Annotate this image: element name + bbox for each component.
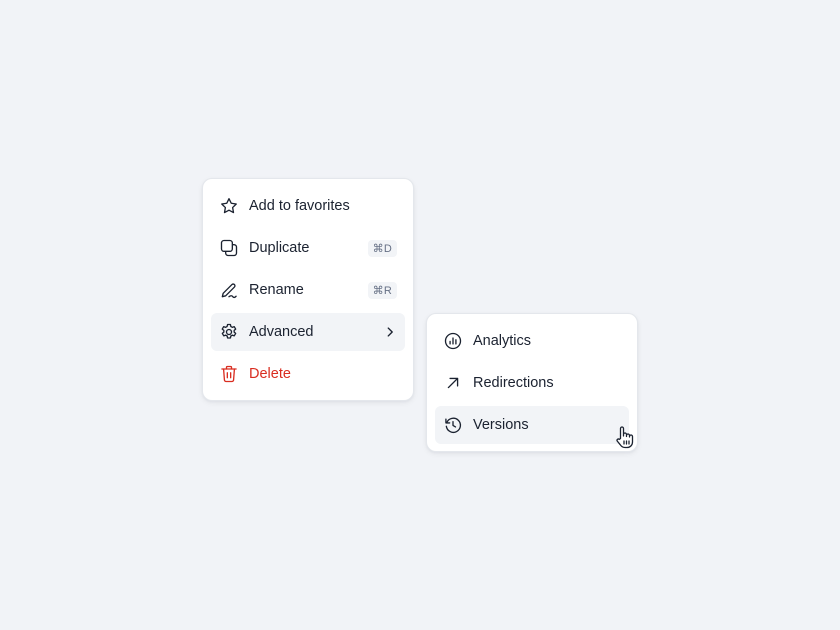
context-menu: Add to favorites Duplicate ⌘D Rename ⌘R	[202, 178, 414, 401]
menu-item-label: Advanced	[249, 324, 314, 340]
shortcut-badge: ⌘R	[367, 281, 397, 299]
submenu: Analytics Redirections Versions	[426, 313, 638, 452]
menu-item-label: Duplicate	[249, 240, 310, 256]
menu-item-delete[interactable]: Delete	[211, 355, 405, 393]
menu-item-add-to-favorites[interactable]: Add to favorites	[211, 187, 405, 225]
menu-item-label: Add to favorites	[249, 198, 350, 214]
menu-item-analytics[interactable]: Analytics	[435, 322, 629, 360]
menu-item-label: Delete	[249, 366, 291, 382]
pencil-icon	[219, 280, 239, 300]
menu-item-versions[interactable]: Versions	[435, 406, 629, 444]
menu-item-duplicate[interactable]: Duplicate ⌘D	[211, 229, 405, 267]
menu-item-label: Versions	[473, 417, 529, 433]
analytics-icon	[443, 331, 463, 351]
hand-pointer-icon	[614, 425, 636, 449]
menu-item-label: Analytics	[473, 333, 532, 349]
arrow-up-right-icon	[443, 373, 463, 393]
menu-item-advanced[interactable]: Advanced	[211, 313, 405, 351]
menu-item-label: Redirections	[473, 375, 554, 391]
history-icon	[443, 415, 463, 435]
shortcut-badge: ⌘D	[367, 239, 397, 257]
menu-item-rename[interactable]: Rename ⌘R	[211, 271, 405, 309]
trash-icon	[219, 364, 239, 384]
menu-item-redirections[interactable]: Redirections	[435, 364, 629, 402]
star-icon	[219, 196, 239, 216]
gear-icon	[219, 322, 239, 342]
menu-item-label: Rename	[249, 282, 304, 298]
chevron-right-icon	[383, 325, 397, 339]
duplicate-icon	[219, 238, 239, 258]
